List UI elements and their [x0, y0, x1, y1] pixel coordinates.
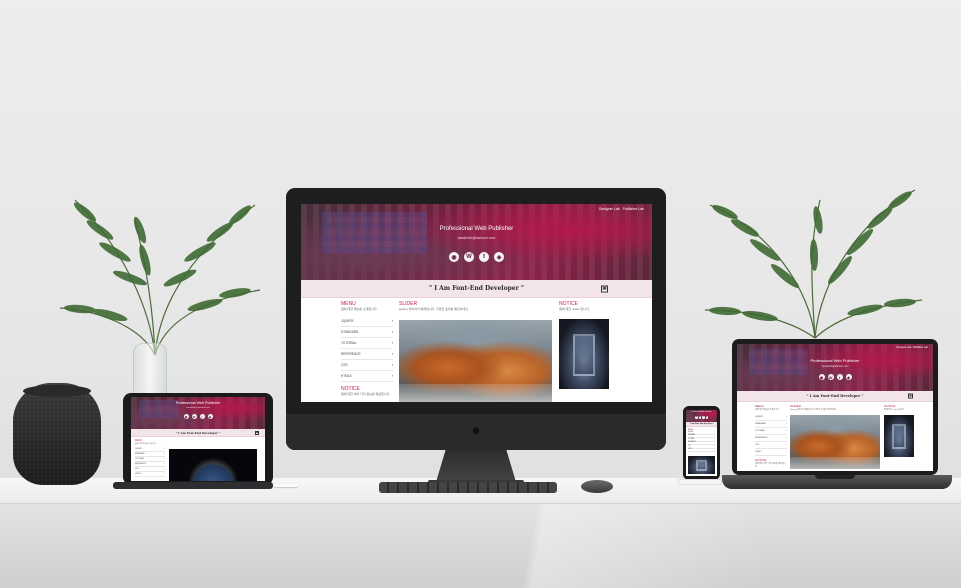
menu-item-tutorial[interactable]: TUTORIAL › — [341, 338, 393, 349]
codepen-icon[interactable]: ◈ — [207, 414, 213, 419]
menu-desc: 웹에 대한 메뉴를 소개합니다. — [341, 307, 378, 311]
laptop-website: Designer Lab Publisher Lab Professional … — [737, 344, 933, 471]
menu-toggle-button[interactable]: ▣ — [601, 285, 608, 292]
chevron-right-icon: › — [391, 330, 393, 334]
notice-image-door[interactable] — [559, 319, 609, 389]
imac-stand — [436, 450, 516, 482]
publisher-lab-link[interactable]: Publisher Lab — [623, 207, 644, 211]
wordpress-icon[interactable]: W — [698, 416, 701, 419]
wordpress-icon[interactable]: W — [191, 414, 197, 419]
fern-plant-left — [59, 199, 261, 356]
menu-item-standard[interactable]: STANDARD › — [341, 327, 393, 338]
slider-column: SLIDER jQuery 슬라이더 예제입니다. 다양한 효과를 확인하세요. — [399, 301, 554, 311]
notice-desc: 웹에 대한 여러 가지 정보를 제공합니다. — [341, 392, 391, 396]
menu-item-reference[interactable]: REFERENCE › — [341, 349, 393, 360]
phone-website: Professional Web Publisher ◉ W t ◈ " I A… — [686, 410, 717, 476]
wordpress-icon[interactable]: W — [464, 252, 474, 262]
mouse — [581, 480, 613, 493]
menu-toggle-button[interactable]: ▣ — [908, 393, 913, 399]
github-icon[interactable]: ◉ — [449, 252, 459, 262]
slider-image-foxes[interactable] — [790, 415, 880, 469]
slider-image-foxes[interactable] — [399, 320, 552, 402]
stylus-pencil — [274, 484, 298, 487]
notice-image-door[interactable] — [688, 456, 715, 474]
hero-banner: Designer Lab Publisher Lab Professional … — [301, 204, 652, 280]
notice-right-desc: 웹에 대한 notice 입니다. — [559, 307, 590, 311]
fern-plant-right — [704, 189, 923, 339]
tablet-website: Professional Web Publisher hanaholic@dah… — [131, 397, 265, 481]
hero-title: Professional Web Publisher — [439, 226, 514, 232]
header-links: Designer Lab Publisher Lab — [599, 207, 644, 211]
tumblr-icon[interactable]: t — [199, 414, 205, 419]
tablet-keyboard — [113, 482, 273, 489]
chevron-right-icon: › — [391, 319, 393, 323]
designer-lab-link[interactable]: Designer Lab — [599, 207, 620, 211]
banner-title: " I Am Font-End Developer " — [429, 285, 524, 292]
header-links: Designer Lab Publisher Lab — [896, 346, 928, 349]
chevron-right-icon: › — [391, 341, 393, 345]
menu-item-html5[interactable]: HTML5 › — [341, 371, 393, 382]
phone-dock — [678, 479, 722, 485]
banner-strip: " I Am Font-End Developer " ▣ — [301, 280, 652, 298]
social-links: ◉ W t ◈ — [301, 252, 652, 262]
slider-image-earth[interactable] — [169, 449, 257, 481]
menu-item-css[interactable]: CSS › — [341, 360, 393, 371]
codepen-icon[interactable]: ◈ — [494, 252, 504, 262]
menu-item-jquery[interactable]: JQUERY › — [341, 316, 393, 327]
chevron-right-icon: › — [391, 352, 393, 356]
github-icon[interactable]: ◉ — [183, 414, 189, 419]
notice-column: NOTICE 웹에 대한 notice 입니다. — [559, 301, 609, 311]
chevron-right-icon: › — [391, 363, 393, 367]
github-icon[interactable]: ◉ — [695, 416, 698, 419]
codepen-icon[interactable]: ◈ — [845, 374, 852, 380]
menu-column: MENU 웹에 대한 메뉴를 소개합니다. JQUERY › STANDARD › … — [341, 301, 393, 396]
tumblr-icon[interactable]: t — [836, 374, 843, 380]
smart-speaker — [13, 383, 101, 485]
menu-toggle-button[interactable]: ▣ — [255, 430, 259, 435]
apple-logo-icon: ● — [471, 422, 481, 439]
chevron-right-icon: › — [391, 374, 393, 378]
keyboard — [379, 482, 557, 493]
tumblr-icon[interactable]: t — [702, 416, 705, 419]
hero-subtitle: hanaholic@dahoon.com — [457, 236, 496, 240]
codepen-icon[interactable]: ◈ — [705, 416, 708, 419]
github-icon[interactable]: ◉ — [818, 374, 825, 380]
slider-desc: jQuery 슬라이더 예제입니다. 다양한 효과를 확인하세요. — [399, 307, 469, 311]
wordpress-icon[interactable]: W — [827, 374, 834, 380]
notice-image-door[interactable] — [884, 415, 914, 457]
imac-website: Designer Lab Publisher Lab Professional … — [301, 204, 652, 402]
tumblr-icon[interactable]: t — [479, 252, 489, 262]
